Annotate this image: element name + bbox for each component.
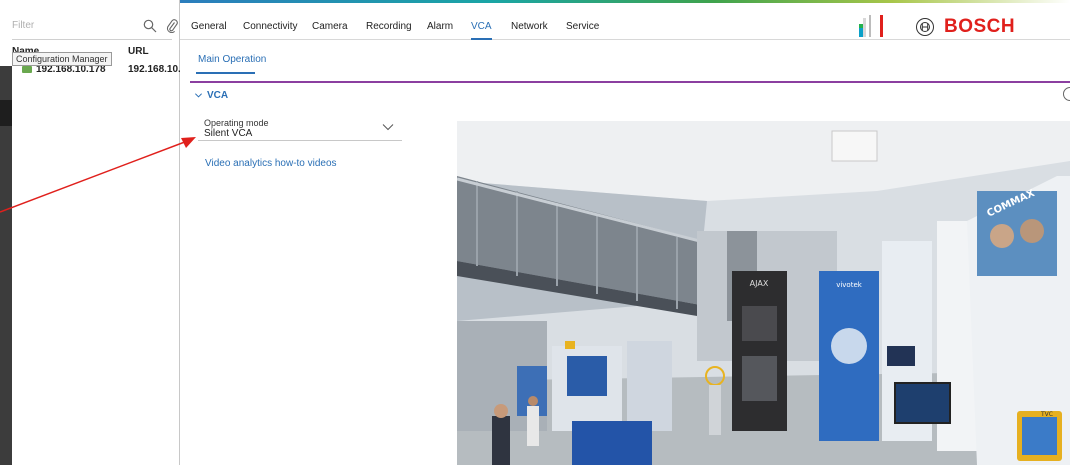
bosch-wordmark: BOSCH: [944, 16, 1016, 37]
subtab-indicator: [196, 72, 255, 74]
tvc-sign: TVC: [1040, 411, 1053, 418]
vca-section-title: VCA: [207, 90, 229, 101]
tab-vca[interactable]: VCA: [471, 21, 492, 32]
operating-mode-value: Silent VCA: [204, 128, 253, 139]
tooltip: Configuration Manager: [12, 52, 112, 66]
active-tab-indicator: [471, 38, 492, 40]
column-header-url[interactable]: URL: [128, 46, 149, 57]
tab-network[interactable]: Network: [511, 21, 548, 32]
camera-live-view[interactable]: AJAX vivotek COMMAX TVC: [457, 121, 1070, 465]
tab-recording[interactable]: Recording: [366, 21, 412, 32]
signal-level-indicator: [859, 15, 889, 37]
tab-alarm[interactable]: Alarm: [427, 21, 453, 32]
camera-scene: AJAX vivotek COMMAX TVC: [457, 121, 1070, 465]
operating-mode-label: Operating mode: [204, 118, 269, 128]
bosch-armature-icon: [916, 18, 934, 36]
app-root: Name URL Configuration Manager 192.168.1…: [0, 0, 1070, 465]
ajax-sign: AJAX: [750, 279, 769, 288]
vca-section-header[interactable]: VCA: [194, 90, 228, 101]
tab-main-operation[interactable]: Main Operation: [198, 54, 266, 65]
help-icon[interactable]: [1063, 87, 1070, 101]
bosch-logo: BOSCH: [916, 16, 1015, 38]
filter-input[interactable]: [12, 20, 112, 31]
section-rule: [190, 81, 1070, 83]
chevron-down-icon: [382, 124, 394, 131]
tab-camera[interactable]: Camera: [312, 21, 348, 32]
tab-general[interactable]: General: [191, 21, 227, 32]
paperclip-icon[interactable]: [164, 18, 180, 34]
device-list-panel: Name URL Configuration Manager 192.168.1…: [0, 0, 180, 465]
chevron-down-icon: [194, 93, 203, 98]
left-dark-strip: [0, 66, 12, 465]
filter-row: [12, 12, 178, 40]
vivotek-sign: vivotek: [836, 281, 863, 289]
device-status-icon: [22, 66, 32, 73]
tab-service[interactable]: Service: [566, 21, 599, 32]
device-url: 192.168.10.1: [128, 64, 180, 75]
search-icon[interactable]: [142, 18, 158, 34]
operating-mode-select[interactable]: Operating mode Silent VCA: [198, 116, 402, 141]
tab-connectivity[interactable]: Connectivity: [243, 21, 297, 32]
top-color-line: [180, 0, 1070, 3]
video-analytics-link[interactable]: Video analytics how-to videos: [205, 158, 337, 169]
